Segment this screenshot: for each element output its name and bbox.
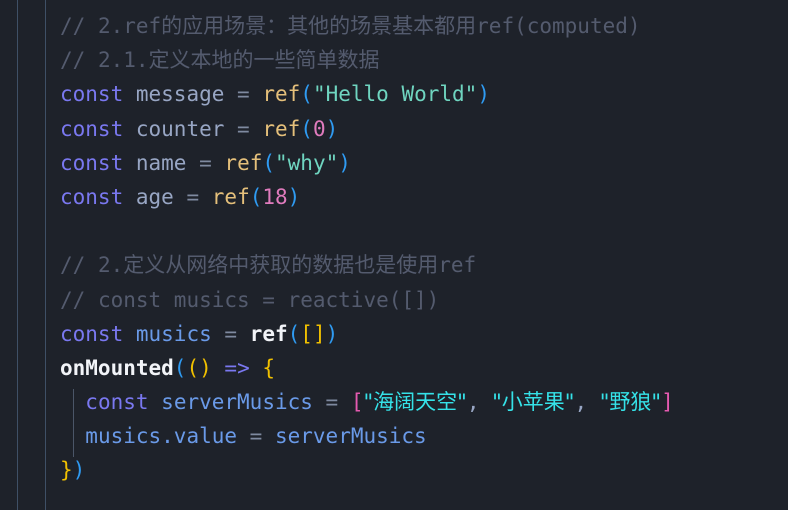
comment-text-tail: ref(computed) bbox=[476, 14, 641, 38]
function-ref: ref bbox=[224, 150, 263, 175]
paren-open: ( bbox=[287, 321, 301, 346]
identifier-message: message bbox=[135, 82, 225, 107]
code-line-1[interactable]: // 2.ref的应用场景：其他的场景基本都用ref(computed) bbox=[60, 9, 788, 43]
keyword-const: const bbox=[60, 321, 124, 346]
paren-close: ) bbox=[325, 321, 339, 346]
paren-close: ) bbox=[325, 116, 339, 141]
comment-text-cjk: 定义本地的一些简单数据 bbox=[148, 48, 380, 73]
paren-open: ( bbox=[262, 150, 276, 175]
identifier-name: name bbox=[135, 150, 187, 175]
comment-code-reactive: const musics = reactive([]) bbox=[97, 287, 440, 312]
bracket-close: ] bbox=[312, 321, 326, 346]
paren-open: ( bbox=[300, 116, 313, 141]
function-ref: ref bbox=[249, 321, 288, 346]
paren-close: ) bbox=[72, 458, 86, 483]
identifier-musics-value: musics.value bbox=[85, 424, 238, 449]
bracket-open: [ bbox=[350, 390, 364, 415]
code-line-7-blank[interactable] bbox=[60, 214, 788, 248]
brace-open: { bbox=[262, 355, 276, 380]
code-line-12[interactable]: const serverMusics = ["海阔天空", "小苹果", "野狼… bbox=[60, 385, 788, 419]
function-ref: ref bbox=[262, 82, 301, 107]
paren-open: ( bbox=[249, 184, 263, 209]
comma-2: , bbox=[574, 390, 600, 415]
string-song-1: "海阔天空" bbox=[363, 390, 467, 415]
number-zero: 0 bbox=[312, 116, 326, 141]
code-line-10[interactable]: const musics = ref([]) bbox=[60, 317, 788, 351]
string-song-3: "野狼" bbox=[599, 390, 662, 415]
keyword-const: const bbox=[60, 150, 124, 175]
paren-open: ( bbox=[173, 355, 187, 380]
identifier-counter: counter bbox=[135, 116, 225, 141]
operator-assign: = bbox=[237, 116, 250, 141]
code-line-11[interactable]: onMounted(() => { bbox=[60, 351, 788, 385]
bracket-open: [ bbox=[300, 321, 313, 346]
function-onmounted: onMounted bbox=[60, 355, 174, 380]
keyword-const: const bbox=[60, 116, 124, 141]
comment-slashes: // bbox=[60, 14, 98, 38]
paren-open: ( bbox=[300, 82, 313, 107]
comment-slashes: // bbox=[60, 253, 98, 278]
comment-text-cjk: 定义从网络中获取的数据也是使用 bbox=[123, 253, 439, 278]
keyword-const: const bbox=[60, 184, 124, 209]
bracket-close: ] bbox=[661, 390, 674, 415]
code-line-5[interactable]: const name = ref("why") bbox=[60, 146, 788, 180]
operator-assign: = bbox=[186, 184, 200, 209]
code-content[interactable]: // 2.ref的应用场景：其他的场景基本都用ref(computed) // … bbox=[60, 9, 788, 510]
code-line-2[interactable]: // 2.1.定义本地的一些简单数据 bbox=[60, 43, 788, 77]
comma-1: , bbox=[466, 390, 493, 415]
operator-assign: = bbox=[237, 82, 250, 107]
paren-close: ) bbox=[287, 184, 301, 209]
code-editor[interactable]: // 2.ref的应用场景：其他的场景基本都用ref(computed) // … bbox=[0, 0, 788, 510]
code-line-4[interactable]: const counter = ref(0) bbox=[60, 112, 788, 146]
keyword-const: const bbox=[85, 390, 149, 415]
operator-assign: = bbox=[224, 321, 238, 346]
identifier-musics: musics bbox=[135, 321, 212, 346]
code-line-3[interactable]: const message = ref("Hello World") bbox=[60, 77, 788, 111]
code-line-6[interactable]: const age = ref(18) bbox=[60, 180, 788, 214]
paren-close: ) bbox=[477, 82, 490, 107]
comment-text-number: 2. bbox=[97, 253, 124, 278]
code-line-8[interactable]: // 2.定义从网络中获取的数据也是使用ref bbox=[60, 248, 788, 282]
code-line-9[interactable]: // const musics = reactive([]) bbox=[60, 283, 788, 317]
comment-text-number: 2.ref bbox=[97, 14, 162, 38]
editor-ruler-gutter bbox=[45, 0, 46, 510]
brace-close: } bbox=[60, 458, 73, 483]
arrow-paren-open: ( bbox=[186, 355, 200, 380]
identifier-servermusics: serverMusics bbox=[161, 390, 313, 415]
comment-text-cjk: 的应用场景：其他的场景基本都用 bbox=[161, 14, 477, 38]
code-line-13[interactable]: musics.value = serverMusics bbox=[60, 419, 788, 453]
editor-ruler-left bbox=[17, 0, 18, 510]
function-ref: ref bbox=[262, 116, 301, 141]
operator-arrow: => bbox=[224, 355, 250, 380]
operator-assign: = bbox=[249, 424, 263, 449]
operator-assign: = bbox=[199, 150, 212, 175]
paren-close: ) bbox=[338, 150, 351, 175]
function-ref: ref bbox=[211, 184, 250, 209]
comment-slashes: // bbox=[60, 287, 98, 312]
keyword-const: const bbox=[60, 82, 124, 107]
string-why: "why" bbox=[275, 150, 339, 175]
comment-text-tail: ref bbox=[438, 253, 477, 278]
identifier-age: age bbox=[135, 184, 174, 209]
comment-slashes: // bbox=[60, 48, 98, 73]
number-18: 18 bbox=[262, 184, 288, 209]
identifier-servermusics: serverMusics bbox=[274, 424, 427, 449]
operator-assign: = bbox=[325, 390, 339, 415]
string-song-2: "小苹果" bbox=[492, 390, 575, 415]
string-hello-world: "Hello World" bbox=[312, 82, 478, 107]
code-line-14[interactable]: }) bbox=[60, 453, 788, 487]
arrow-paren-close: ) bbox=[199, 355, 212, 380]
comment-text-number: 2.1. bbox=[97, 48, 149, 73]
